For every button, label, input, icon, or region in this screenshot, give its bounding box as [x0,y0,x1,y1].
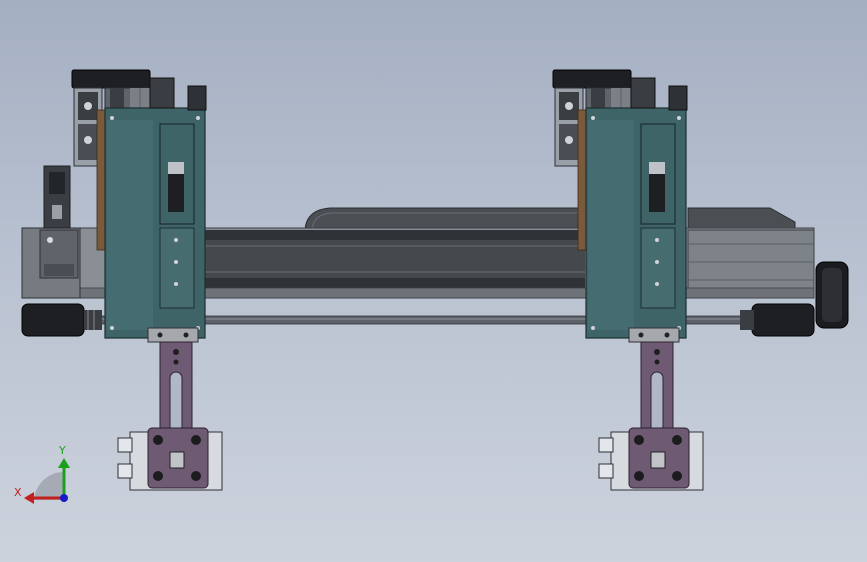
cad-drawing: X Y [14,69,849,504]
cad-viewport[interactable]: X Y [0,0,867,562]
x-axis-label: X [14,486,22,499]
left-z-axis-module [71,69,207,343]
left-end-block [21,165,81,299]
y-axis-label: Y [58,444,66,457]
right-z-axis-module [552,69,688,343]
left-gripper-arm [159,341,193,439]
left-gripper-block [117,427,223,491]
coordinate-triad: X Y [14,444,70,504]
left-end-motor [21,303,102,337]
right-gripper-block [598,427,704,491]
right-gripper-arm [640,341,674,439]
z-axis-dot [60,494,68,502]
